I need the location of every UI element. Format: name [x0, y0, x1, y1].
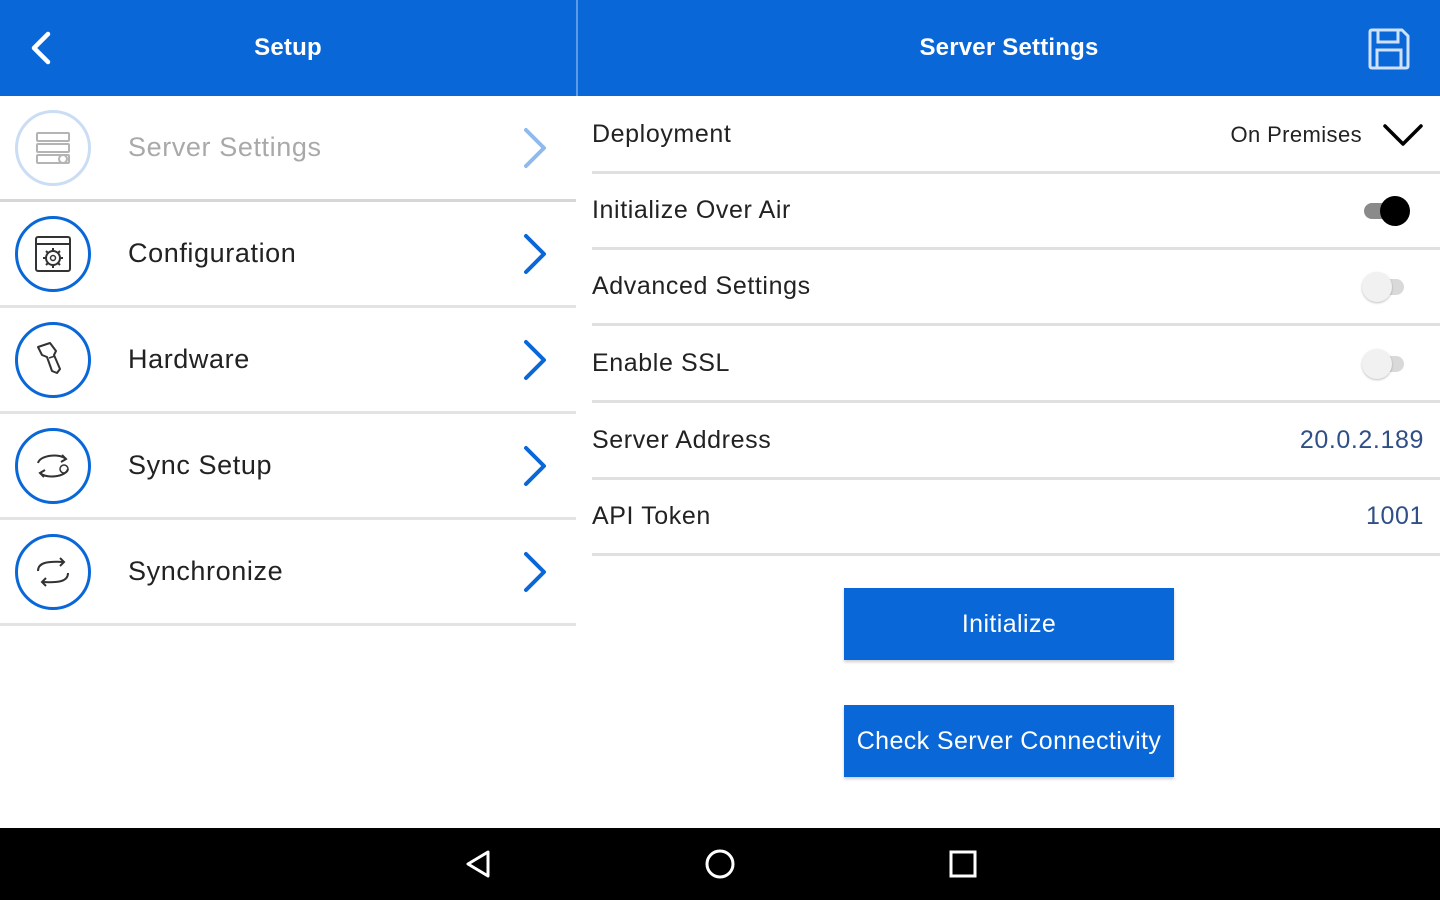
deployment-value: On Premises	[1230, 121, 1362, 147]
sync-icon	[15, 533, 91, 610]
menu-item-synchronize[interactable]: Synchronize	[0, 520, 576, 626]
advanced-settings-toggle[interactable]	[1362, 270, 1410, 304]
setup-panel: Setup Server Settings Configuration Hard…	[0, 0, 576, 828]
initialize-over-air-label: Initialize Over Air	[592, 196, 791, 224]
menu-item-label: Server Settings	[128, 132, 322, 162]
server-settings-header: Server Settings	[578, 0, 1440, 96]
initialize-button[interactable]: Initialize	[844, 588, 1174, 660]
system-navigation-bar	[0, 828, 1440, 900]
chevron-right-icon	[524, 127, 546, 168]
server-settings-icon	[15, 109, 91, 186]
menu-item-hardware[interactable]: Hardware	[0, 308, 576, 414]
app-window: Setup Server Settings Configuration Hard…	[0, 0, 1440, 900]
chevron-down-icon	[1383, 123, 1423, 146]
menu-item-server-settings[interactable]: Server Settings	[0, 96, 576, 202]
initialize-over-air-row: Initialize Over Air	[592, 174, 1440, 250]
enable-ssl-label: Enable SSL	[592, 349, 731, 377]
deployment-row: Deployment On Premises	[592, 98, 1440, 174]
sync-setup-icon	[15, 427, 91, 504]
api-token-value[interactable]: 1001	[1366, 502, 1424, 531]
chevron-right-icon	[524, 233, 546, 274]
chevron-right-icon	[524, 339, 546, 380]
chevron-left-icon[interactable]	[22, 28, 62, 68]
server-address-value[interactable]: 20.0.2.189	[1300, 426, 1424, 455]
configuration-gear-icon	[15, 215, 91, 292]
initialize-over-air-toggle[interactable]	[1362, 194, 1410, 228]
nav-back-icon[interactable]	[458, 844, 498, 884]
deployment-label: Deployment	[592, 120, 732, 148]
advanced-settings-row: Advanced Settings	[592, 250, 1440, 326]
chevron-right-icon	[524, 445, 546, 486]
toggle-thumb	[1380, 195, 1410, 226]
menu-item-label: Hardware	[128, 344, 250, 374]
server-settings-title: Server Settings	[919, 34, 1099, 61]
advanced-settings-label: Advanced Settings	[592, 272, 811, 300]
menu-item-label: Configuration	[128, 238, 297, 268]
enable-ssl-row: Enable SSL	[592, 327, 1440, 403]
enable-ssl-toggle[interactable]	[1362, 347, 1410, 381]
server-settings-panel: Server Settings Deployment On Premises I…	[578, 0, 1440, 828]
toggle-thumb	[1362, 271, 1392, 302]
check-server-connectivity-button[interactable]: Check Server Connectivity	[844, 705, 1174, 777]
setup-title: Setup	[254, 34, 322, 61]
nav-recents-icon[interactable]	[943, 844, 983, 884]
barcode-scanner-icon	[15, 321, 91, 398]
menu-item-sync-setup[interactable]: Sync Setup	[0, 414, 576, 520]
api-token-row[interactable]: API Token 1001	[592, 480, 1440, 556]
chevron-right-icon	[524, 551, 546, 592]
server-address-label: Server Address	[592, 426, 772, 454]
save-icon[interactable]	[1366, 26, 1412, 72]
menu-item-label: Sync Setup	[128, 450, 273, 480]
server-address-row[interactable]: Server Address 20.0.2.189	[592, 404, 1440, 480]
nav-home-icon[interactable]	[700, 844, 740, 884]
deployment-dropdown[interactable]: On Premises	[1230, 122, 1424, 148]
menu-item-configuration[interactable]: Configuration	[0, 202, 576, 308]
toggle-thumb	[1362, 348, 1392, 379]
setup-header: Setup	[0, 0, 576, 96]
menu-item-label: Synchronize	[128, 556, 284, 586]
api-token-label: API Token	[592, 502, 711, 530]
